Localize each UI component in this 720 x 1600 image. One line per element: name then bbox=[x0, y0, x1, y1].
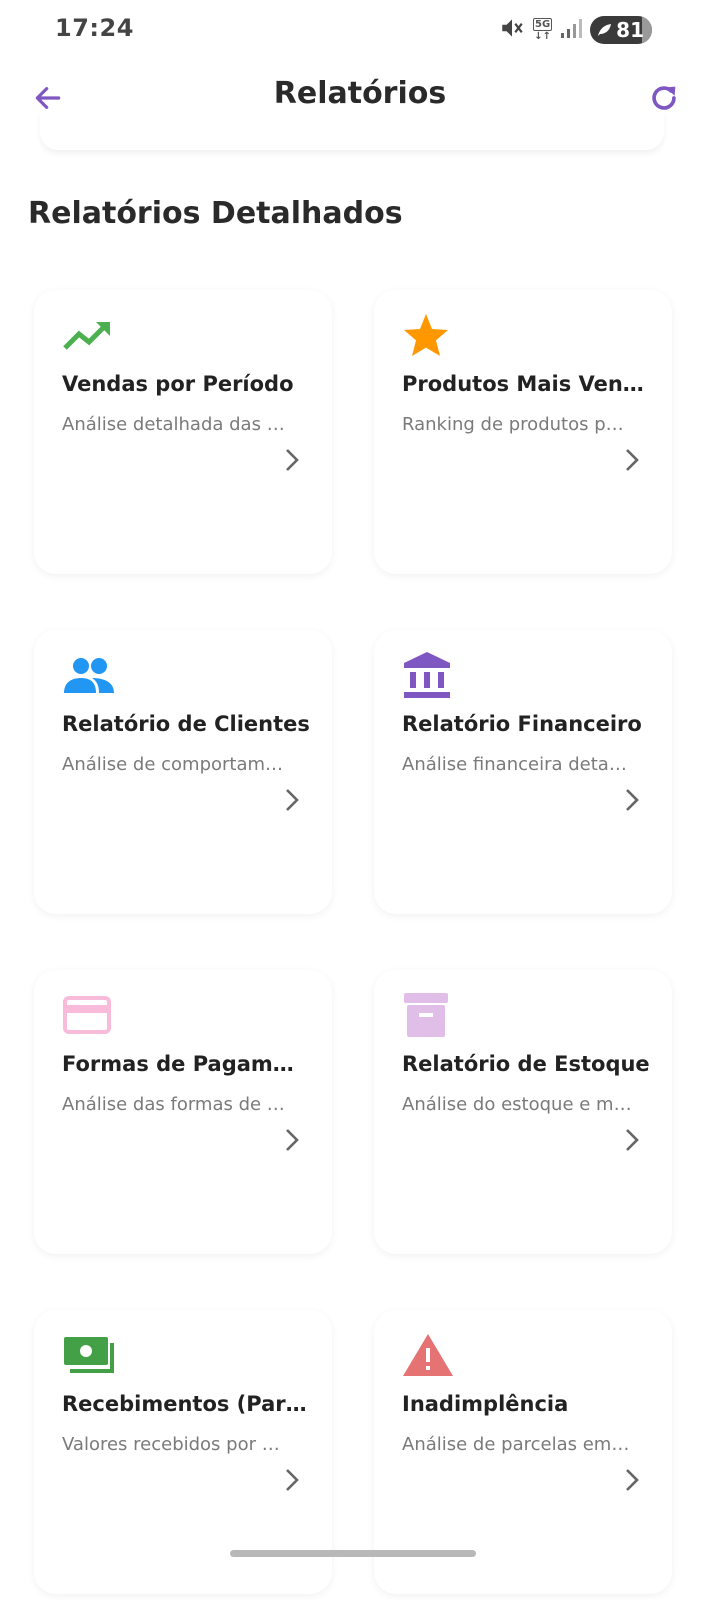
page-title: Relatórios bbox=[273, 76, 447, 111]
card-subtitle: Análise das formas de … bbox=[62, 1094, 285, 1115]
card-subtitle: Ranking de produtos p… bbox=[402, 414, 624, 435]
report-card-formas-de-pagamento[interactable]: Formas de Pagam… Análise das formas de … bbox=[34, 970, 332, 1254]
card-subtitle: Valores recebidos por … bbox=[62, 1434, 280, 1455]
card-subtitle: Análise detalhada das … bbox=[62, 414, 285, 435]
report-card-vendas-por-periodo[interactable]: Vendas por Período Análise detalhada das… bbox=[34, 290, 332, 574]
star-icon bbox=[402, 310, 458, 360]
previous-card-bottom bbox=[40, 110, 664, 150]
warning-icon bbox=[402, 1330, 458, 1380]
card-title: Relatório de Estoque bbox=[402, 1052, 650, 1076]
report-card-produtos-mais-vendidos[interactable]: Produtos Mais Ven… Ranking de produtos p… bbox=[374, 290, 672, 574]
chevron-right-icon bbox=[286, 1469, 299, 1491]
credit-card-icon bbox=[62, 990, 118, 1040]
report-card-financeiro[interactable]: Relatório Financeiro Análise financeira … bbox=[374, 630, 672, 914]
battery-level: 81 bbox=[616, 18, 644, 42]
status-time: 17:24 bbox=[55, 14, 134, 42]
card-subtitle: Análise de parcelas em… bbox=[402, 1434, 630, 1455]
chevron-right-icon bbox=[626, 1469, 639, 1491]
card-subtitle: Análise financeira deta… bbox=[402, 754, 627, 775]
card-title: Recebimentos (Par… bbox=[62, 1392, 307, 1416]
card-title: Relatório Financeiro bbox=[402, 712, 642, 736]
money-icon bbox=[62, 1330, 118, 1380]
card-title: Vendas por Período bbox=[62, 372, 294, 396]
chevron-right-icon bbox=[286, 1129, 299, 1151]
home-indicator[interactable] bbox=[230, 1550, 476, 1557]
card-title: Relatório de Clientes bbox=[62, 712, 310, 736]
report-card-estoque[interactable]: Relatório de Estoque Análise do estoque … bbox=[374, 970, 672, 1254]
network-label: 5G bbox=[532, 18, 553, 31]
chevron-right-icon bbox=[286, 789, 299, 811]
bank-icon bbox=[402, 650, 458, 700]
people-icon bbox=[62, 650, 118, 700]
card-subtitle: Análise de comportam… bbox=[62, 754, 284, 775]
card-title: Inadimplência bbox=[402, 1392, 569, 1416]
5g-icon: 5G ↓↑ bbox=[532, 18, 553, 42]
chevron-right-icon bbox=[626, 1129, 639, 1151]
section-title: Relatórios Detalhados bbox=[28, 196, 403, 231]
battery-icon: 81 bbox=[590, 16, 652, 44]
card-title: Formas de Pagam… bbox=[62, 1052, 294, 1076]
status-icons: 5G ↓↑ 81 bbox=[499, 16, 652, 44]
mute-icon bbox=[499, 15, 525, 45]
chevron-right-icon bbox=[626, 789, 639, 811]
report-card-clientes[interactable]: Relatório de Clientes Análise de comport… bbox=[34, 630, 332, 914]
status-bar: 17:24 5G ↓↑ 81 bbox=[0, 0, 720, 60]
card-subtitle: Análise do estoque e m… bbox=[402, 1094, 632, 1115]
signal-icon bbox=[560, 17, 583, 43]
reports-grid: Vendas por Período Análise detalhada das… bbox=[34, 290, 672, 1594]
trending-up-icon bbox=[62, 310, 118, 360]
card-title: Produtos Mais Ven… bbox=[402, 372, 644, 396]
chevron-right-icon bbox=[286, 449, 299, 471]
chevron-right-icon bbox=[626, 449, 639, 471]
inventory-icon bbox=[402, 990, 458, 1040]
